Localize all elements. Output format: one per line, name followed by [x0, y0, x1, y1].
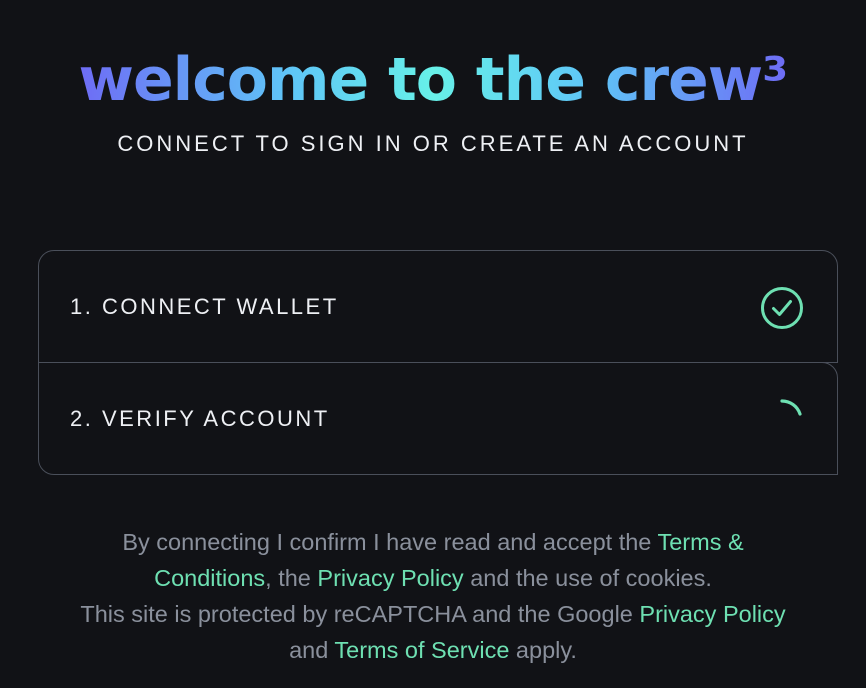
- google-privacy-policy-link[interactable]: Privacy Policy: [639, 601, 785, 627]
- check-circle-icon: [761, 287, 803, 329]
- legal-text: This site is protected by reCAPTCHA and …: [80, 601, 640, 627]
- legal-text: apply.: [509, 637, 577, 663]
- step-label: 1. CONNECT WALLET: [70, 293, 339, 319]
- legal-text: By connecting I confirm I have read and …: [122, 529, 658, 555]
- connect-steps: 1. CONNECT WALLET 2. VERIFY ACCOUNT: [38, 250, 838, 475]
- title-superscript: ³: [762, 45, 788, 115]
- legal-line-1: By connecting I confirm I have read and …: [0, 524, 866, 560]
- step-connect-wallet[interactable]: 1. CONNECT WALLET: [38, 250, 838, 363]
- legal-line-3: This site is protected by reCAPTCHA and …: [0, 596, 866, 632]
- spinner-icon: [780, 399, 802, 416]
- title-text: welcome to the crew: [78, 45, 763, 115]
- legal-text: , the: [265, 565, 318, 591]
- page-subtitle: CONNECT TO SIGN IN OR CREATE AN ACCOUNT: [117, 131, 749, 156]
- legal-text: and the use of cookies.: [463, 565, 712, 591]
- step-label: 2. VERIFY ACCOUNT: [70, 405, 330, 431]
- legal-line-2: Conditions, the Privacy Policy and the u…: [0, 560, 866, 596]
- privacy-policy-link[interactable]: Privacy Policy: [317, 565, 463, 591]
- legal-notice: By connecting I confirm I have read and …: [0, 524, 866, 668]
- terms-conditions-link-continued[interactable]: Conditions: [154, 565, 265, 591]
- terms-conditions-link[interactable]: Terms &: [657, 529, 743, 555]
- legal-text: and: [289, 637, 335, 663]
- terms-of-service-link[interactable]: Terms of Service: [334, 637, 509, 663]
- step-verify-account[interactable]: 2. VERIFY ACCOUNT: [38, 362, 838, 475]
- legal-line-4: and Terms of Service apply.: [0, 632, 866, 668]
- page-title: welcome to the crew³: [0, 40, 866, 120]
